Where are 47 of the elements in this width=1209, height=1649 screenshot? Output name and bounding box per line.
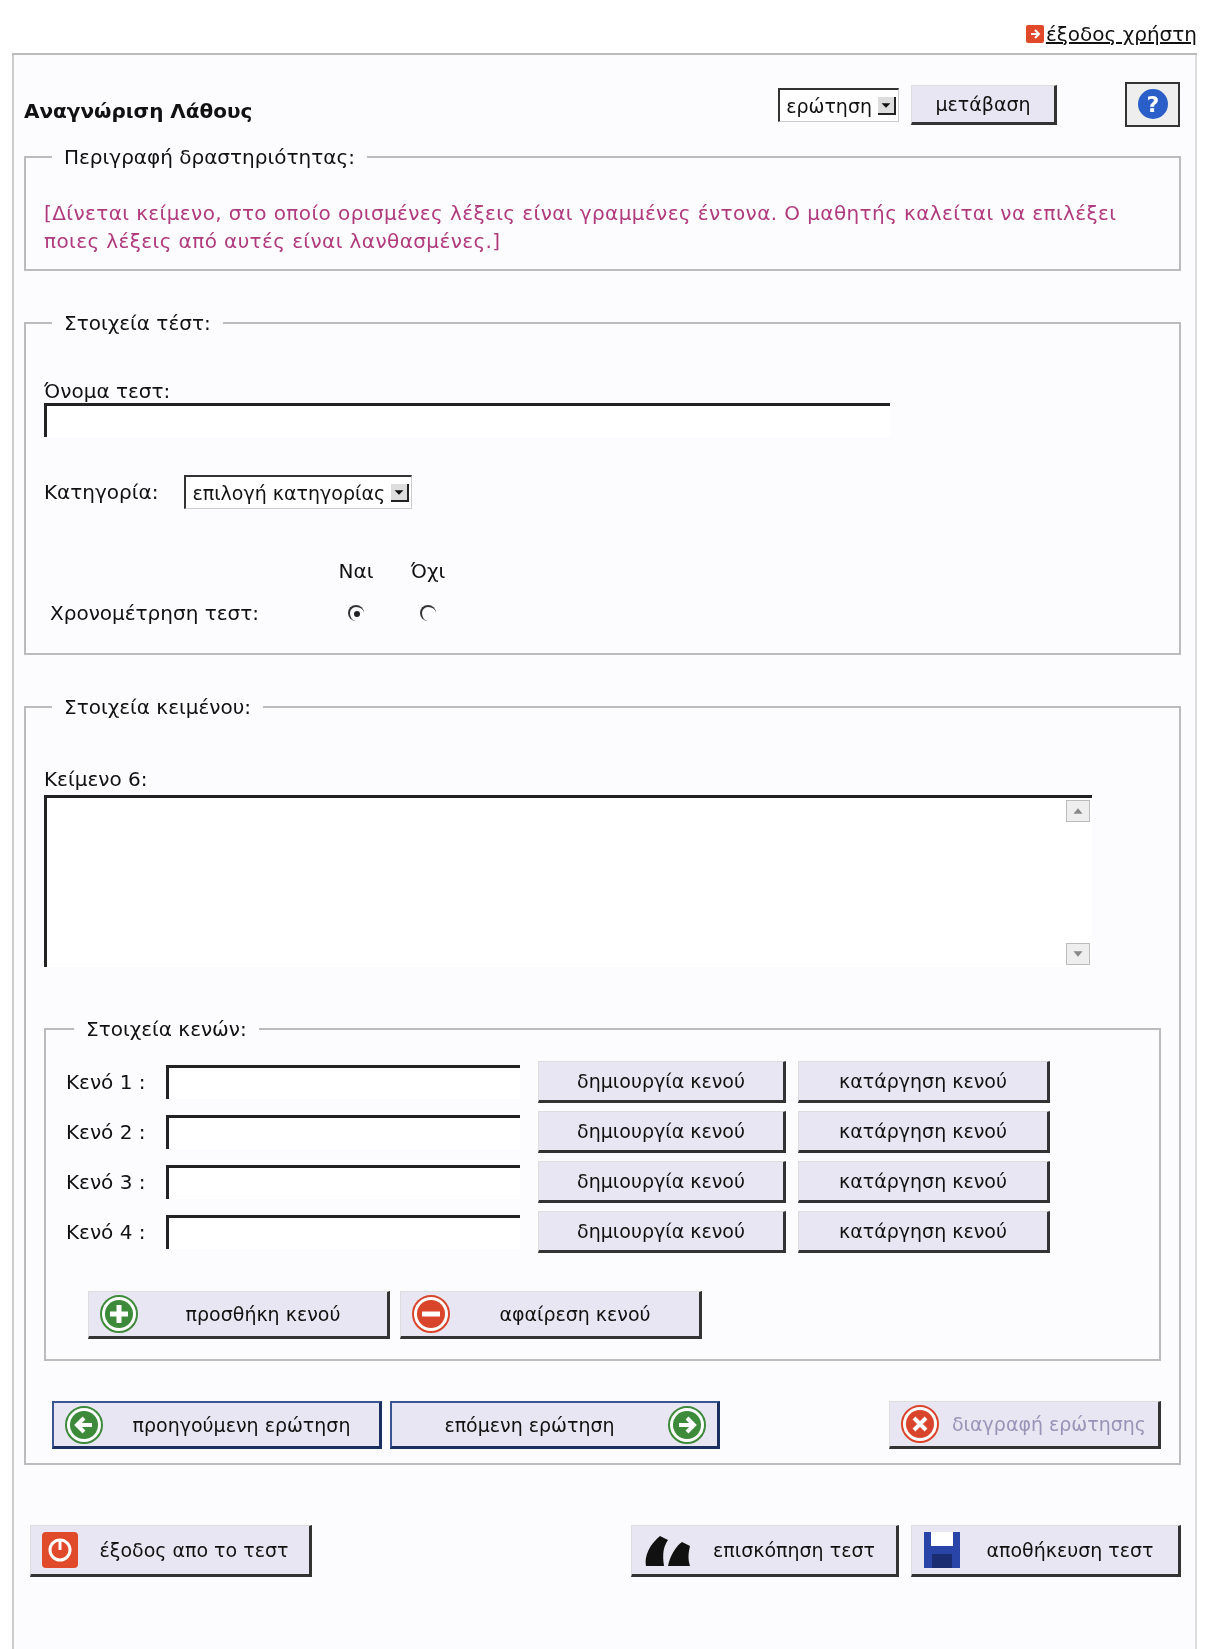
section-legend: Περιγραφή δραστηριότητας: [52, 145, 367, 169]
remove-blank-button[interactable]: κατάργηση κενού [798, 1061, 1050, 1103]
remove-blank-button[interactable]: αφαίρεση κενού [400, 1291, 702, 1339]
plus-icon [99, 1294, 139, 1334]
field-label: Όνομα τεστ: [44, 379, 171, 403]
exit-test-button[interactable]: έξοδος απο το τεστ [30, 1525, 312, 1577]
create-blank-button[interactable]: δημιουργία κενού [538, 1161, 786, 1203]
remove-blank-button[interactable]: κατάργηση κενού [798, 1211, 1050, 1253]
minus-icon [411, 1294, 451, 1334]
section-legend: Στοιχεία κειμένου: [52, 695, 263, 719]
section-legend: Στοιχεία τέστ: [52, 311, 223, 335]
create-blank-button[interactable]: δημιουργία κενού [538, 1111, 786, 1153]
caret-icon [878, 96, 896, 115]
scroll-up-icon[interactable] [1066, 800, 1090, 822]
blank-label: Κενό 4 : [66, 1220, 147, 1244]
exit-icon [1025, 24, 1044, 43]
arrow-right-icon [667, 1404, 707, 1445]
field-label: Κατηγορία: [44, 480, 159, 504]
caret-icon [391, 483, 410, 502]
create-blank-button[interactable]: δημιουργία κενού [538, 1061, 786, 1103]
power-icon [41, 1531, 79, 1569]
close-icon [900, 1404, 940, 1444]
option-label: Ναι [337, 559, 375, 583]
blank-label: Κενό 3 : [66, 1170, 147, 1194]
preview-test-button[interactable]: επισκόπηση τεστ [631, 1525, 899, 1577]
help-icon[interactable]: ? [1125, 82, 1181, 128]
scroll-down-icon[interactable] [1066, 943, 1090, 965]
next-question-button[interactable]: επόμενη ερώτηση [390, 1401, 720, 1449]
remove-blank-button[interactable]: κατάργηση κενού [798, 1161, 1050, 1203]
field-label: Χρονομέτρηση τεστ: [50, 601, 260, 625]
arrow-left-icon [64, 1404, 104, 1445]
create-blank-button[interactable]: δημιουργία κενού [538, 1211, 786, 1253]
remove-blank-button[interactable]: κατάργηση κενού [798, 1111, 1050, 1153]
previous-question-button[interactable]: προηγούμενη ερώτηση [52, 1401, 382, 1449]
option-label: Όχι [409, 559, 447, 583]
activity-description: [Δίνεται κείμενο, στο οποίο ορισμένες λέξεις είναι γραμμένες έντονα. Ο μαθητής καλείται να επιλέξει ποιες λέξεις από αυτές είναι λανθασμένες.] [44, 200, 1118, 255]
category-select[interactable]: επιλογή κατηγορίας [184, 475, 413, 509]
logout-link[interactable]: έξοδος χρήστη [1025, 21, 1197, 46]
add-blank-button[interactable]: προσθήκη κενού [88, 1291, 390, 1339]
blank-label: Κενό 2 : [66, 1120, 147, 1144]
go-button[interactable]: μετάβαση [911, 85, 1057, 125]
blank-label: Κενό 1 : [66, 1070, 147, 1094]
section-legend: Στοιχεία κενών: [74, 1017, 259, 1041]
field-label: Κείμενο 6: [44, 767, 148, 791]
page-title: Αναγνώριση Λάθους [24, 99, 254, 123]
save-test-button[interactable]: αποθήκευση τεστ [911, 1525, 1181, 1577]
question-select[interactable]: ερώτηση [778, 88, 899, 122]
